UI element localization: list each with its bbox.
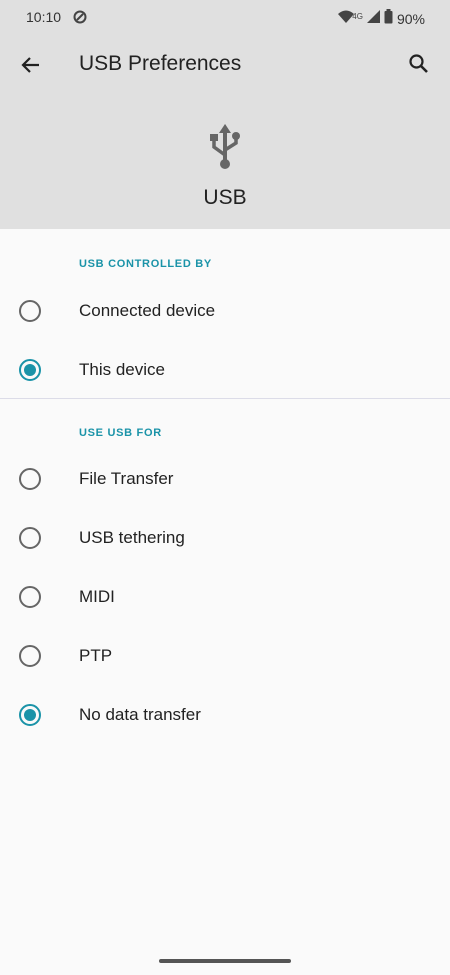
option-midi[interactable]: MIDI <box>0 567 450 626</box>
usb-hero-label: USB <box>203 186 247 209</box>
option-label: No data transfer <box>79 704 201 724</box>
section-divider <box>0 398 450 399</box>
cell-signal-icon <box>366 10 380 28</box>
status-bar: 10:10 4G 90% <box>0 0 450 34</box>
radio-button[interactable] <box>19 526 41 549</box>
gesture-navigation-bar[interactable] <box>159 959 291 963</box>
page-title: USB Preferences <box>79 52 242 75</box>
battery-icon <box>384 9 393 29</box>
radio-button[interactable] <box>19 644 41 667</box>
section-header-usb-controlled-by: USB CONTROLLED BY <box>79 258 212 270</box>
back-arrow-icon[interactable] <box>19 53 43 77</box>
header-area: 10:10 4G 90% USB Preferences USB <box>0 0 450 229</box>
app-bar: USB Preferences <box>0 34 450 96</box>
option-this-device[interactable]: This device <box>0 340 450 399</box>
option-ptp[interactable]: PTP <box>0 626 450 685</box>
radio-button-selected[interactable] <box>19 358 41 381</box>
radio-button[interactable] <box>19 467 41 490</box>
battery-percentage: 90% <box>396 11 425 27</box>
radio-button[interactable] <box>19 585 41 608</box>
option-connected-device[interactable]: Connected device <box>0 281 450 340</box>
data-saver-icon <box>73 10 87 29</box>
option-label: MIDI <box>79 586 115 606</box>
search-icon[interactable] <box>407 52 431 76</box>
radio-button-selected[interactable] <box>19 703 41 726</box>
option-no-data-transfer[interactable]: No data transfer <box>0 685 450 744</box>
radio-button[interactable] <box>19 299 41 322</box>
usb-icon <box>206 122 244 177</box>
option-label: This device <box>79 359 165 379</box>
section-header-use-usb-for: USE USB FOR <box>79 427 162 439</box>
option-file-transfer[interactable]: File Transfer <box>0 449 450 508</box>
option-label: File Transfer <box>79 468 174 488</box>
option-label: PTP <box>79 645 113 665</box>
option-usb-tethering[interactable]: USB tethering <box>0 508 450 567</box>
option-label: Connected device <box>79 300 216 320</box>
network-type-label: 4G <box>352 11 363 21</box>
status-time: 10:10 <box>26 9 62 25</box>
option-label: USB tethering <box>79 527 185 547</box>
